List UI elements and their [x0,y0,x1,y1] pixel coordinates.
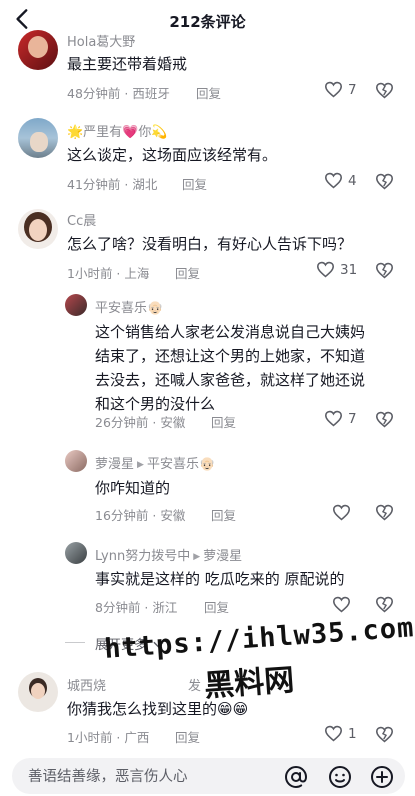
reply-to-name[interactable]: 平安喜乐👴🏻 [147,457,215,472]
heart-icon [324,725,343,742]
avatar[interactable] [18,30,58,70]
comment-location: 广西 [124,730,150,745]
heart-icon [316,261,335,278]
comment-text: 最主要还带着婚戒 [67,55,188,73]
expand-more-label: 展开更多 [95,638,148,653]
comment-location: 安徽 [160,415,186,430]
comment-input-bar [0,752,415,796]
dislike-heart-icon[interactable] [375,411,394,428]
comment-text: 这么谈定，这场面应该经常有。 [67,146,278,164]
comment-location: 湖北 [132,177,158,192]
comment-location: 上海 [124,266,150,281]
comment-location: 安徽 [160,508,186,523]
comment-input-container [12,758,405,796]
comment-text: 你猜我怎么找到这里的😁😁 [67,700,249,718]
comment-author[interactable]: Cc晨 [67,210,96,229]
like-count: 7 [348,81,357,98]
comment-author[interactable]: 🌟严里有💗你💫 [67,121,168,140]
reply-button[interactable]: 回复 [211,505,236,524]
comment-meta: 48分钟前 · 西班牙 [67,86,170,101]
avatar[interactable] [18,209,58,249]
like-button[interactable]: 31 [316,261,357,278]
comment-location: 西班牙 [132,86,170,101]
comment-time: 41分钟前 [67,177,121,192]
comment-meta: 1小时前 · 广西 [67,730,150,745]
reply-to-arrow-icon: ▶ [193,552,201,562]
like-button[interactable]: 7 [324,81,357,98]
page-title: 212条评论 [169,13,246,31]
reply-author-name[interactable]: Lynn努力拨号中 [95,549,190,564]
heart-icon [324,410,343,427]
comment-author[interactable]: 平安喜乐👴🏻 [95,297,163,316]
comment-author-name: 城西烧 [67,679,107,694]
heart-icon[interactable] [332,504,351,521]
comment-text: 事实就是这样的 吃瓜吃来的 原配说的 [95,570,345,588]
like-count: 1 [348,725,357,742]
dislike-heart-icon[interactable] [375,726,394,743]
like-count: 7 [348,410,357,427]
dislike-heart-icon[interactable] [375,82,394,99]
divider [65,642,85,643]
comment-text-line: 去没去，还喊人家爸爸，就这样了她还说 [95,371,366,389]
comment-input[interactable] [26,758,280,796]
reply-button[interactable]: 回复 [196,83,221,102]
comment-meta: 26分钟前 · 安徽 [95,415,186,430]
comment-text: 这个销售给人家老公发消息说自己大姨妈 结束了，还想让这个男的上她家，不知道 去没… [95,320,365,416]
reply-button[interactable]: 回复 [175,727,200,746]
comment-text: 你咋知道的 [95,479,171,497]
heart-icon[interactable] [332,596,351,613]
chevron-down-icon [153,641,164,648]
comment-author: Lynn努力拨号中 ▶ 萝漫星 [95,545,242,564]
header: 212条评论 [0,0,415,42]
reply-button[interactable]: 回复 [175,263,200,282]
like-button[interactable]: 7 [324,410,357,427]
reply-button[interactable]: 回复 [182,174,207,193]
reply-author-name[interactable]: 萝漫星 [95,457,134,472]
like-count: 4 [348,172,357,189]
heart-icon [324,81,343,98]
comment-meta: 1小时前 · 上海 [67,266,150,281]
comment-time: 1小时前 [67,730,113,745]
comment-author[interactable]: 城西烧 发 [67,675,201,694]
like-button[interactable]: 4 [324,172,357,189]
like-button[interactable]: 1 [324,725,357,742]
comment-time: 48分钟前 [67,86,121,101]
emoji-icon[interactable] [328,765,352,789]
reply-to-name[interactable]: 萝漫星 [203,549,242,564]
avatar[interactable] [65,542,87,564]
comment-time: 16分钟前 [95,508,149,523]
at-icon[interactable] [284,765,308,789]
heart-icon [324,172,343,189]
avatar[interactable] [18,672,58,712]
comment-author[interactable]: Hola葛大野 [67,31,135,50]
like-count: 31 [340,261,358,278]
dislike-heart-icon[interactable] [375,173,394,190]
reply-to-arrow-icon: ▶ [137,460,144,470]
comment-text: 怎么了啥？没看明白，有好心人告诉下吗？ [67,235,353,253]
comment-meta: 8分钟前 · 浙江 [95,600,178,615]
comment-meta: 41分钟前 · 湖北 [67,177,158,192]
reply-button[interactable]: 回复 [211,412,236,431]
comment-time: 1小时前 [67,266,113,281]
dislike-heart-icon[interactable] [375,262,394,279]
comment-location: 浙江 [152,600,178,615]
plus-icon[interactable] [370,765,394,789]
reply-button[interactable]: 回复 [204,597,229,616]
dislike-heart-icon[interactable] [375,504,394,521]
comment-text-line: 这个销售给人家老公发消息说自己大姨妈 [95,323,366,341]
comment-time: 26分钟前 [95,415,149,430]
dislike-heart-icon[interactable] [375,596,394,613]
comment-text-line: 结束了，还想让这个男的上她家，不知道 [95,347,366,365]
comment-time: 8分钟前 [95,600,141,615]
avatar[interactable] [18,118,58,158]
comment-author-name-tail: 发 [188,679,202,694]
avatar[interactable] [65,450,87,472]
comment-meta: 16分钟前 · 安徽 [95,508,186,523]
comment-author: 萝漫星 ▶ 平安喜乐👴🏻 [95,453,215,472]
expand-more-button[interactable]: 展开更多 [95,634,164,653]
avatar[interactable] [65,294,87,316]
